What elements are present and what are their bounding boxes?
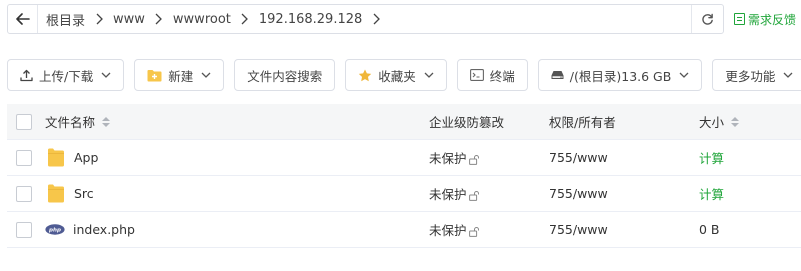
protect-status-label: 未保护: [429, 151, 467, 166]
new-button[interactable]: 新建: [134, 59, 225, 91]
header-name[interactable]: 文件名称: [45, 112, 95, 131]
calculate-size-link[interactable]: 计算: [699, 151, 724, 166]
unlock-icon: [468, 227, 479, 237]
terminal-button[interactable]: 终端: [456, 59, 528, 91]
feedback-label: 需求反馈: [748, 12, 797, 27]
file-size: 0 B: [699, 221, 720, 237]
chevron-right-icon: [370, 5, 382, 33]
svg-text:php: php: [48, 228, 61, 234]
row-checkbox[interactable]: [16, 149, 32, 166]
new-label: 新建: [168, 68, 194, 84]
chevron-right-icon: [153, 5, 165, 33]
feedback-icon: [734, 13, 745, 25]
path-input-area[interactable]: [382, 5, 691, 33]
row-checkbox[interactable]: [16, 221, 32, 238]
select-all-checkbox[interactable]: [16, 113, 32, 130]
folder-icon: [48, 184, 64, 203]
more-functions-button[interactable]: 更多功能: [712, 59, 801, 91]
star-icon: [358, 69, 372, 82]
terminal-label: 终端: [489, 68, 515, 84]
breadcrumb-wwwroot[interactable]: wwwroot: [165, 5, 239, 33]
protect-status-label: 未保护: [429, 223, 467, 238]
folder-icon: [48, 148, 64, 167]
chevron-down-icon: [201, 70, 211, 80]
table-row[interactable]: App 未保护 755/www 计算: [7, 140, 801, 176]
permission-value[interactable]: 755/www: [549, 186, 608, 201]
sort-icon[interactable]: [102, 116, 111, 127]
file-name[interactable]: App: [74, 150, 98, 165]
protect-status[interactable]: 未保护: [429, 220, 480, 239]
header-permission: 权限/所有者: [549, 115, 616, 130]
php-file-icon: php: [45, 224, 65, 235]
refresh-icon: [702, 13, 713, 25]
row-checkbox[interactable]: [16, 185, 32, 202]
chevron-right-icon: [93, 5, 105, 33]
unlock-icon: [468, 155, 479, 165]
table-row[interactable]: php index.php 未保护 755/www 0 B: [7, 212, 801, 248]
file-name[interactable]: index.php: [73, 222, 135, 237]
header-size[interactable]: 大小: [699, 112, 724, 131]
upload-icon: [20, 69, 33, 82]
favorites-label: 收藏夹: [378, 68, 416, 84]
refresh-button[interactable]: [691, 5, 723, 33]
permission-value[interactable]: 755/www: [549, 222, 608, 237]
chevron-right-icon: [239, 5, 251, 33]
disk-icon: [551, 70, 564, 80]
header-protect: 企业级防篡改: [429, 115, 505, 130]
breadcrumb-site[interactable]: 192.168.29.128: [251, 5, 370, 33]
sort-icon[interactable]: [731, 116, 740, 127]
table-header: 文件名称 企业级防篡改 权限/所有者 大小: [7, 104, 801, 140]
upload-download-label: 上传/下载: [39, 68, 94, 84]
chevron-down-icon: [783, 70, 793, 80]
file-name[interactable]: Src: [74, 186, 94, 201]
more-functions-label: 更多功能: [725, 68, 776, 84]
breadcrumb-root[interactable]: 根目录: [38, 5, 93, 33]
chevron-down-icon: [679, 70, 689, 80]
permission-value[interactable]: 755/www: [549, 150, 608, 165]
back-button[interactable]: [8, 5, 38, 33]
calculate-size-link[interactable]: 计算: [699, 187, 724, 202]
table-row[interactable]: Src 未保护 755/www 计算: [7, 176, 801, 212]
feedback-link[interactable]: 需求反馈: [734, 9, 796, 29]
chevron-down-icon: [101, 70, 111, 80]
search-content-button[interactable]: 文件内容搜索: [234, 59, 336, 91]
arrow-left-icon: [15, 13, 30, 25]
toolbar: 上传/下载 新建 文件内容搜索 收藏夹 终端 /(根目录)13.6 GB 更多功…: [7, 59, 801, 91]
unlock-icon: [468, 191, 479, 201]
chevron-down-icon: [424, 70, 434, 80]
upload-download-button[interactable]: 上传/下载: [7, 59, 125, 91]
path-bar: 根目录 www wwwroot 192.168.29.128: [7, 4, 724, 34]
search-content-label: 文件内容搜索: [247, 68, 323, 84]
protect-status[interactable]: 未保护: [429, 148, 480, 167]
protect-status[interactable]: 未保护: [429, 184, 480, 203]
protect-status-label: 未保护: [429, 187, 467, 202]
file-table: 文件名称 企业级防篡改 权限/所有者 大小 App 未保护 755/www 计算: [7, 104, 801, 248]
breadcrumb-www[interactable]: www: [105, 5, 153, 33]
disk-label: /(根目录)13.6 GB: [569, 68, 672, 84]
favorites-button[interactable]: 收藏夹: [345, 59, 447, 91]
disk-button[interactable]: /(根目录)13.6 GB: [537, 59, 703, 91]
new-folder-icon: [147, 69, 162, 82]
terminal-icon: [469, 69, 484, 81]
